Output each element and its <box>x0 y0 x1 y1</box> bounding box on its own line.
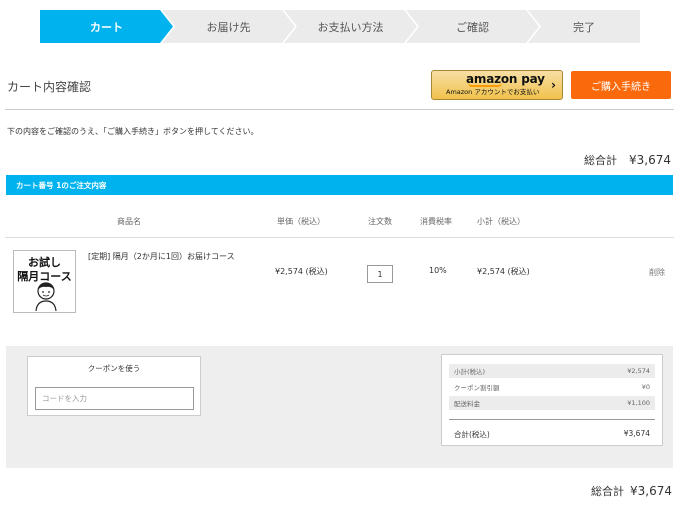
summary-value: ¥1,100 <box>627 399 650 407</box>
step-cart: カート <box>40 10 173 43</box>
item-unit-price: ¥2,574 (税込) <box>275 267 328 276</box>
coupon-code-input[interactable] <box>35 387 194 410</box>
summary-label: 小計(税込) <box>454 368 486 376</box>
grand-total-top: 総合計 ¥3,674 <box>584 152 671 168</box>
product-name[interactable]: [定期] 隔月（2か月に1回）お届けコース <box>88 251 235 262</box>
order-summary: 小計(税込) ¥2,574 クーポン割引額 ¥0 配送料金 ¥1,100 合計(… <box>441 354 663 446</box>
amazon-pay-logo: amazon pay <box>446 73 562 87</box>
column-header-qty: 注文数 <box>368 217 392 226</box>
column-header-tax-rate: 消費税率 <box>420 217 452 226</box>
product-image[interactable]: お試し 隔月コース <box>13 250 76 313</box>
summary-value: ¥2,574 <box>627 367 650 375</box>
grand-total-amount: ¥3,674 <box>629 153 671 167</box>
instruction-text: 下の内容をご確認のうえ、「ご購入手続き」ボタンを押してください。 <box>7 127 259 136</box>
divider <box>5 109 674 110</box>
summary-total-value: ¥3,674 <box>623 429 650 438</box>
person-icon <box>35 282 57 312</box>
coupon-box: クーポンを使う <box>27 356 201 416</box>
summary-row-coupon-discount: クーポン割引額 ¥0 <box>449 380 655 394</box>
summary-label: クーポン割引額 <box>454 384 500 392</box>
checkout-button[interactable]: ご購入手続き <box>571 71 671 99</box>
summary-value: ¥0 <box>641 383 650 391</box>
step-label: 完了 <box>573 20 595 34</box>
page-title: カート内容確認 <box>7 80 92 94</box>
summary-row-subtotal: 小計(税込) ¥2,574 <box>449 364 655 378</box>
step-label: ご確認 <box>456 20 489 34</box>
step-payment: お支払い方法 <box>284 10 417 43</box>
step-complete: 完了 <box>528 10 640 43</box>
quantity-input[interactable] <box>367 265 393 283</box>
summary-divider <box>449 419 655 420</box>
step-label: カート <box>90 20 123 34</box>
amazon-pay-button[interactable]: amazon pay Amazon アカウントでお支払い › <box>431 70 563 100</box>
amazon-pay-logo-text: amazon pay <box>466 72 545 86</box>
grand-total-label: 総合計 <box>591 485 624 498</box>
column-header-unit-price: 単価（税込） <box>277 217 325 226</box>
summary-total-label: 合計(税込) <box>454 430 490 439</box>
coupon-title: クーポンを使う <box>87 364 141 373</box>
step-confirm: ご確認 <box>406 10 539 43</box>
column-header-name: 商品名 <box>117 217 141 226</box>
step-label: お支払い方法 <box>317 20 384 34</box>
chevron-right-icon: › <box>551 78 556 92</box>
cart-section-header: カート番号 1のご注文内容 <box>6 175 673 195</box>
delete-item-link[interactable]: 削除 <box>649 267 665 278</box>
grand-total-label: 総合計 <box>584 154 617 167</box>
grand-total-amount: ¥3,674 <box>630 484 672 498</box>
checkout-steps: カート お届け先 お支払い方法 ご確認 完了 <box>40 10 640 43</box>
grand-total-bottom: 総合計 ¥3,674 <box>591 483 672 499</box>
divider <box>5 237 674 238</box>
item-tax-rate: 10% <box>429 266 447 275</box>
summary-label: 配送料金 <box>454 400 480 408</box>
summary-row-shipping: 配送料金 ¥1,100 <box>449 396 655 410</box>
step-label: お届け先 <box>206 20 251 34</box>
amazon-pay-subtext: Amazon アカウントでお支払い <box>446 88 540 96</box>
summary-total: 合計(税込) ¥3,674 <box>449 429 655 440</box>
step-delivery: お届け先 <box>162 10 295 43</box>
column-header-subtotal: 小計（税込） <box>477 217 525 226</box>
item-subtotal: ¥2,574 (税込) <box>477 267 530 276</box>
